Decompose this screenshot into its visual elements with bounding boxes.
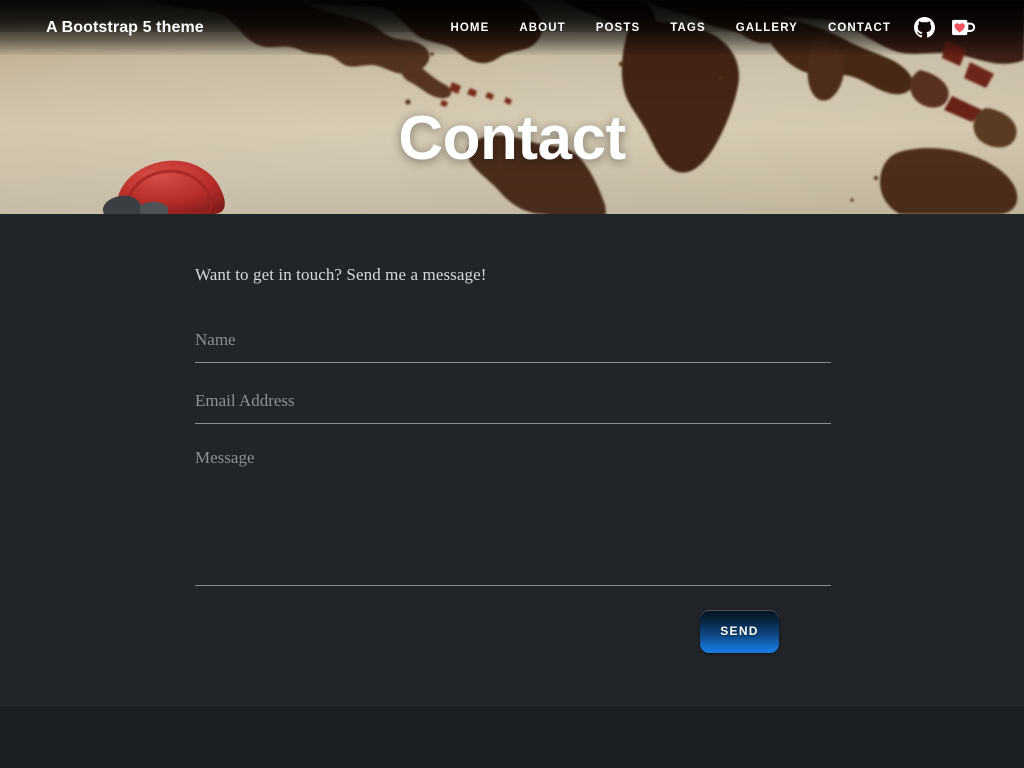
github-link[interactable] <box>906 13 943 42</box>
contact-form: Want to get in touch? Send me a message!… <box>195 262 831 653</box>
nav-link-home[interactable]: HOME <box>435 16 504 40</box>
page-title: Contact <box>398 104 626 173</box>
nav-link-contact[interactable]: CONTACT <box>813 16 906 40</box>
nav-link-tags[interactable]: TAGS <box>655 16 721 40</box>
name-input[interactable] <box>195 324 831 363</box>
contact-section: Want to get in touch? Send me a message!… <box>0 214 1024 705</box>
navbar-links: HOME ABOUT POSTS TAGS GALLERY CONTACT <box>435 13 984 42</box>
main-navbar: A Bootstrap 5 theme HOME ABOUT POSTS TAG… <box>0 0 1024 55</box>
navbar-brand[interactable]: A Bootstrap 5 theme <box>46 19 204 37</box>
nav-link-gallery[interactable]: GALLERY <box>721 16 813 40</box>
send-button-row: Send <box>195 609 831 653</box>
buy-me-a-coffee-link[interactable] <box>943 13 984 42</box>
page-footer <box>0 705 1024 768</box>
message-field-group <box>195 446 831 586</box>
message-input[interactable] <box>195 446 831 586</box>
send-button[interactable]: Send <box>700 609 779 653</box>
github-icon <box>914 17 935 38</box>
nav-link-posts[interactable]: POSTS <box>581 16 655 40</box>
email-input[interactable] <box>195 385 831 424</box>
name-field-group <box>195 324 831 363</box>
form-lead-text: Want to get in touch? Send me a message! <box>195 265 487 284</box>
nav-link-about[interactable]: ABOUT <box>504 16 580 40</box>
email-field-group <box>195 385 831 424</box>
coffee-cup-heart-icon <box>952 19 976 36</box>
